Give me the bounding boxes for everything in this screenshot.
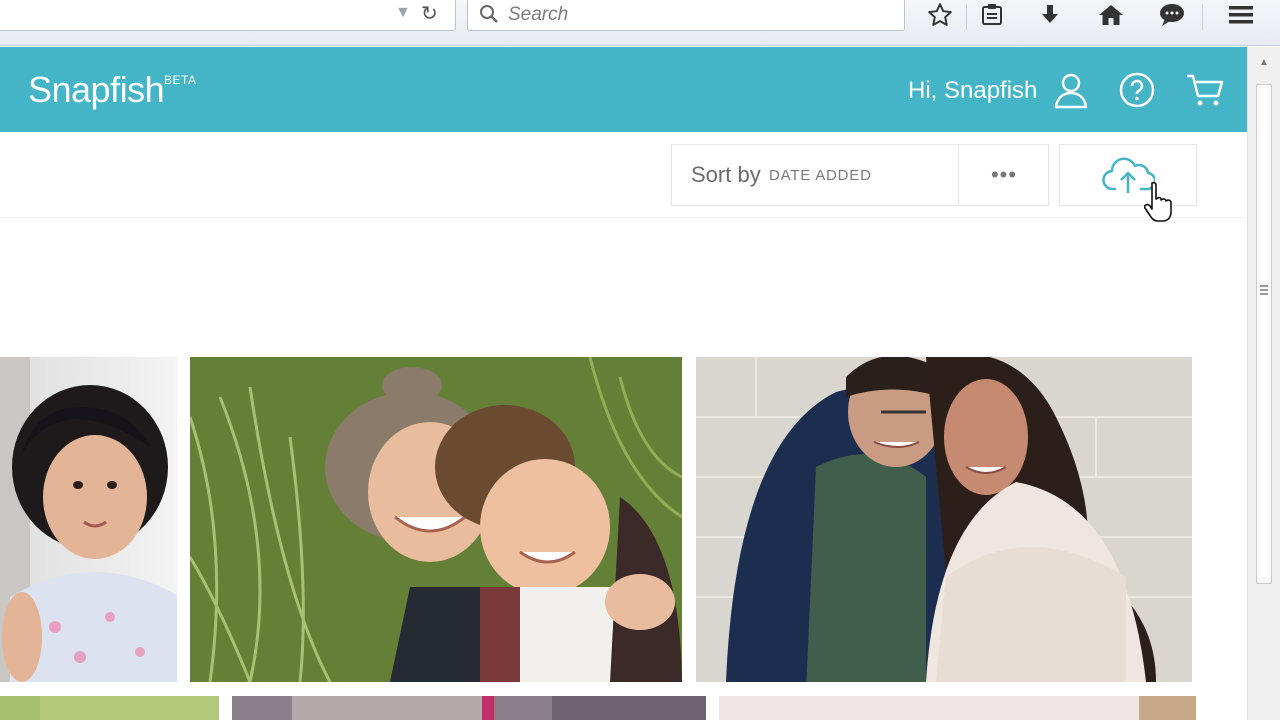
sort-value[interactable]: DATE ADDED (769, 167, 872, 184)
photo-tile-row2-3[interactable] (719, 696, 1196, 720)
search-icon (478, 3, 500, 30)
user-greeting[interactable]: Hi, Snapfish (908, 77, 1037, 105)
sort-control: Sort by DATE ADDED ••• (671, 144, 1049, 206)
photo-tile-row2-2[interactable] (232, 696, 706, 720)
menu-icon[interactable] (1221, 0, 1261, 30)
scroll-up-arrow-icon[interactable]: ▲ (1259, 57, 1269, 68)
beta-badge: BETA (164, 73, 197, 87)
chat-icon[interactable] (1152, 0, 1192, 30)
library-toolbar: Sort by DATE ADDED ••• (0, 132, 1247, 218)
bookmark-star-icon[interactable] (920, 0, 960, 30)
toolbar-separator (966, 4, 967, 30)
photo-tile-row2-1[interactable] (0, 696, 219, 720)
app-header: Snapfish BETA Hi, Snapfish (0, 47, 1247, 132)
photo-tile-laughing-kids[interactable] (190, 357, 682, 682)
upload-button[interactable] (1059, 144, 1197, 206)
photo-tile-toddler[interactable] (0, 357, 177, 682)
more-options-button[interactable]: ••• (959, 145, 1049, 205)
photo-tile-couple[interactable] (696, 357, 1192, 682)
downloads-icon[interactable] (1030, 0, 1070, 30)
cart-icon[interactable] (1184, 69, 1226, 111)
browser-toolbar: ▼ ↻ (0, 0, 1280, 46)
url-dropdown-icon[interactable]: ▼ (395, 4, 411, 22)
user-icon[interactable] (1050, 69, 1092, 111)
snapfish-logo[interactable]: Snapfish (28, 69, 165, 111)
help-icon[interactable] (1116, 69, 1158, 111)
reload-icon[interactable]: ↻ (421, 1, 438, 26)
reading-list-icon[interactable] (972, 0, 1012, 30)
search-input[interactable] (508, 3, 888, 27)
url-bar[interactable]: ▼ ↻ (0, 0, 456, 31)
toolbar-separator (1202, 4, 1203, 30)
scroll-grip-icon (1260, 285, 1268, 295)
scroll-thumb[interactable] (1256, 84, 1272, 584)
home-icon[interactable] (1091, 0, 1131, 30)
page-scrollbar[interactable]: ▲ (1247, 47, 1280, 720)
browser-search-box[interactable] (467, 0, 905, 31)
hand-pointer-cursor (1143, 181, 1174, 228)
sort-label[interactable]: Sort by (691, 162, 761, 188)
